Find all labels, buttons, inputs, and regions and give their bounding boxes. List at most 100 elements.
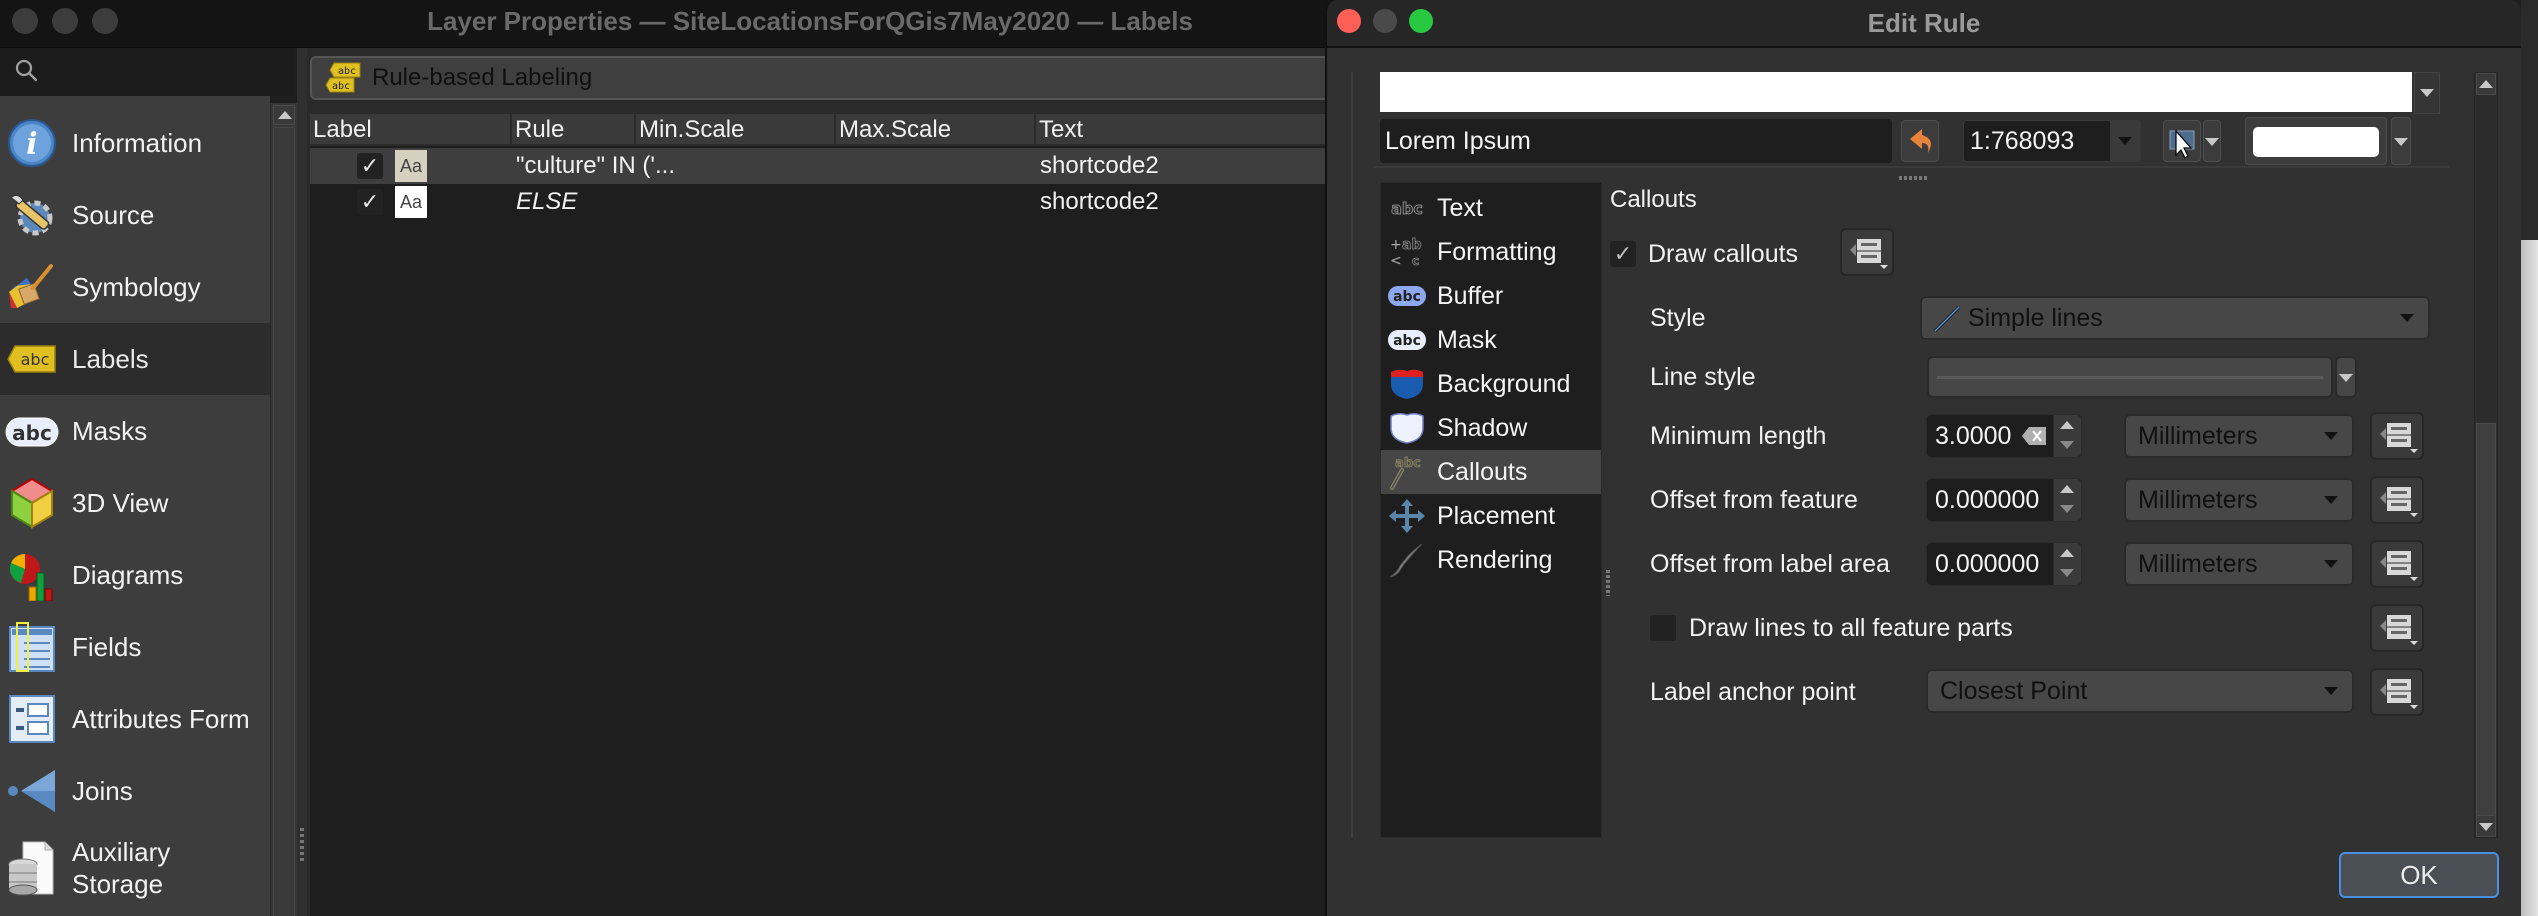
scale-from-map-button[interactable] xyxy=(2163,120,2201,162)
mask-icon: abc xyxy=(1387,322,1427,358)
offset-from-label-area-unit: Millimeters xyxy=(2138,550,2258,578)
offset-from-feature-unit-combo[interactable]: Millimeters xyxy=(2124,478,2354,522)
spin-arrows[interactable] xyxy=(2053,543,2081,585)
scroll-up-arrow-icon[interactable] xyxy=(273,105,295,125)
scrollbar-thumb[interactable] xyxy=(2476,423,2496,817)
sidebar-item-source[interactable]: Source xyxy=(0,179,270,251)
callouts-icon: abc xyxy=(1387,454,1427,490)
rendering-brush-icon xyxy=(1387,542,1427,578)
preview-background-color-button[interactable] xyxy=(2245,117,2387,165)
table-row[interactable]: ✓ Aa ELSE shortcode2 xyxy=(310,184,1340,220)
zoom-button-inactive[interactable] xyxy=(92,8,118,34)
sidebar-scrollbar[interactable] xyxy=(270,103,297,916)
labeling-mode-combo[interactable]: abc abc Rule-based Labeling xyxy=(310,56,1340,100)
label-anchor-point-data-defined-button[interactable] xyxy=(2370,668,2424,716)
draw-callouts-checkbox[interactable]: ✓ xyxy=(1610,241,1636,267)
scale-dropdown-button[interactable] xyxy=(2110,121,2140,161)
minimum-length-data-defined-button[interactable] xyxy=(2370,412,2424,460)
ok-button[interactable]: OK xyxy=(2339,852,2499,898)
splitter-grip-icon[interactable] xyxy=(1899,176,1929,180)
column-header-max-scale[interactable]: Max.Scale xyxy=(836,114,1036,146)
draw-lines-all-parts-data-defined-button[interactable] xyxy=(2370,604,2424,652)
joins-icon xyxy=(4,763,60,819)
main-window-title: Layer Properties — SiteLocationsForQGis7… xyxy=(427,6,1193,36)
column-header-rule[interactable]: Rule xyxy=(512,114,636,146)
offset-from-label-area-data-defined-button[interactable] xyxy=(2370,540,2424,588)
tab-placement[interactable]: Placement xyxy=(1381,494,1601,538)
sidebar-item-label: Masks xyxy=(72,416,148,446)
rule-enabled-checkbox[interactable]: ✓ xyxy=(357,189,383,215)
tab-text[interactable]: abc Text xyxy=(1381,186,1601,230)
sidebar-item-labels[interactable]: abc Labels xyxy=(0,323,270,395)
rule-enabled-checkbox[interactable]: ✓ xyxy=(357,153,383,179)
spin-arrows[interactable] xyxy=(2053,479,2081,521)
scroll-down-arrow-icon[interactable] xyxy=(2476,815,2496,837)
column-header-min-scale[interactable]: Min.Scale xyxy=(636,114,836,146)
tab-shadow[interactable]: Shadow xyxy=(1381,406,1601,450)
column-header-text[interactable]: Text xyxy=(1036,114,1340,146)
spin-arrows[interactable] xyxy=(2053,415,2081,457)
preview-sample-text-input[interactable]: Lorem Ipsum xyxy=(1380,119,1892,163)
label-anchor-point-combo[interactable]: Closest Point xyxy=(1926,669,2354,713)
sidebar-item-joins[interactable]: Joins xyxy=(0,755,270,827)
masks-icon: abc xyxy=(4,403,60,459)
preview-scale-combo[interactable]: 1:768093 xyxy=(1963,120,2141,162)
source-icon xyxy=(4,187,60,243)
draw-lines-all-parts-checkbox[interactable] xyxy=(1650,615,1676,641)
draw-callouts-data-defined-button[interactable] xyxy=(1840,228,1894,276)
data-defined-override-icon xyxy=(1850,239,1888,269)
splitter-grip-icon[interactable] xyxy=(1606,570,1610,596)
edit-rule-dialog: Edit Rule Lorem Ipsum 1:768093 abc Text … xyxy=(1325,0,2521,916)
dialog-scrollbar[interactable] xyxy=(2474,72,2498,838)
offset-from-feature-spinbox[interactable]: 0.000000 xyxy=(1926,478,2082,522)
svg-text:+: + xyxy=(1390,237,1402,253)
sidebar-search-input[interactable] xyxy=(0,48,294,96)
table-row[interactable]: ✓ Aa "culture" IN ('... shortcode2 xyxy=(310,148,1340,184)
offset-from-label-area-spinbox[interactable]: 0.000000 xyxy=(1926,542,2082,586)
sidebar-item-3d-view[interactable]: 3D View xyxy=(0,467,270,539)
scrollbar-track[interactable] xyxy=(273,127,295,916)
tab-buffer[interactable]: abc Buffer xyxy=(1381,274,1601,318)
sidebar-item-fields[interactable]: Fields xyxy=(0,611,270,683)
search-icon xyxy=(15,59,38,82)
color-menu-button[interactable] xyxy=(2391,117,2411,165)
panel-splitter[interactable] xyxy=(297,48,307,916)
close-button-inactive[interactable] xyxy=(12,8,38,34)
sidebar-item-symbology[interactable]: Symbology xyxy=(0,251,270,323)
minimize-button-inactive[interactable] xyxy=(52,8,78,34)
diagrams-icon xyxy=(4,547,60,603)
buffer-icon: abc xyxy=(1387,278,1427,314)
tab-rendering[interactable]: Rendering xyxy=(1381,538,1601,582)
offset-from-label-area-unit-combo[interactable]: Millimeters xyxy=(2124,542,2354,586)
minimum-length-label: Minimum length xyxy=(1650,422,1827,450)
sidebar-item-label: Source xyxy=(72,200,155,230)
label-preview-canvas xyxy=(1380,72,2412,112)
preview-scroll-down-button[interactable] xyxy=(2414,72,2440,114)
scroll-up-arrow-icon[interactable] xyxy=(2476,73,2496,95)
sidebar-item-attributes-form[interactable]: Attributes Form xyxy=(0,683,270,755)
tab-label: Rendering xyxy=(1437,545,1553,574)
tab-background[interactable]: Background xyxy=(1381,362,1601,406)
line-symbol-menu-button[interactable] xyxy=(2335,356,2357,398)
tab-callouts[interactable]: abc Callouts xyxy=(1381,450,1601,494)
sidebar-item-diagrams[interactable]: Diagrams xyxy=(0,539,270,611)
sidebar-item-auxiliary-storage[interactable]: Auxiliary Storage xyxy=(0,827,270,909)
sidebar-item-masks[interactable]: abc Masks xyxy=(0,395,270,467)
tab-mask[interactable]: abc Mask xyxy=(1381,318,1601,362)
offset-from-feature-data-defined-button[interactable] xyxy=(2370,476,2424,524)
reset-preview-text-button[interactable] xyxy=(1901,120,1939,162)
style-label: Style xyxy=(1650,304,1706,332)
sidebar-item-information[interactable]: i Information xyxy=(0,107,270,179)
label-text-field: shortcode2 xyxy=(1040,188,1159,215)
map-canvas-icon xyxy=(2169,129,2195,159)
clear-value-icon[interactable] xyxy=(2021,426,2047,446)
sidebar-item-label: Auxiliary Storage xyxy=(72,837,171,899)
fields-icon xyxy=(4,619,60,675)
scale-menu-button[interactable] xyxy=(2203,120,2221,162)
callout-style-combo[interactable]: Simple lines xyxy=(1920,296,2430,340)
line-symbol-button[interactable] xyxy=(1927,356,2333,398)
minimum-length-spinbox[interactable]: 3.0000 xyxy=(1926,414,2082,458)
minimum-length-unit-combo[interactable]: Millimeters xyxy=(2124,414,2354,458)
tab-formatting[interactable]: + ab < c Formatting xyxy=(1381,230,1601,274)
column-header-label[interactable]: Label xyxy=(310,114,512,146)
